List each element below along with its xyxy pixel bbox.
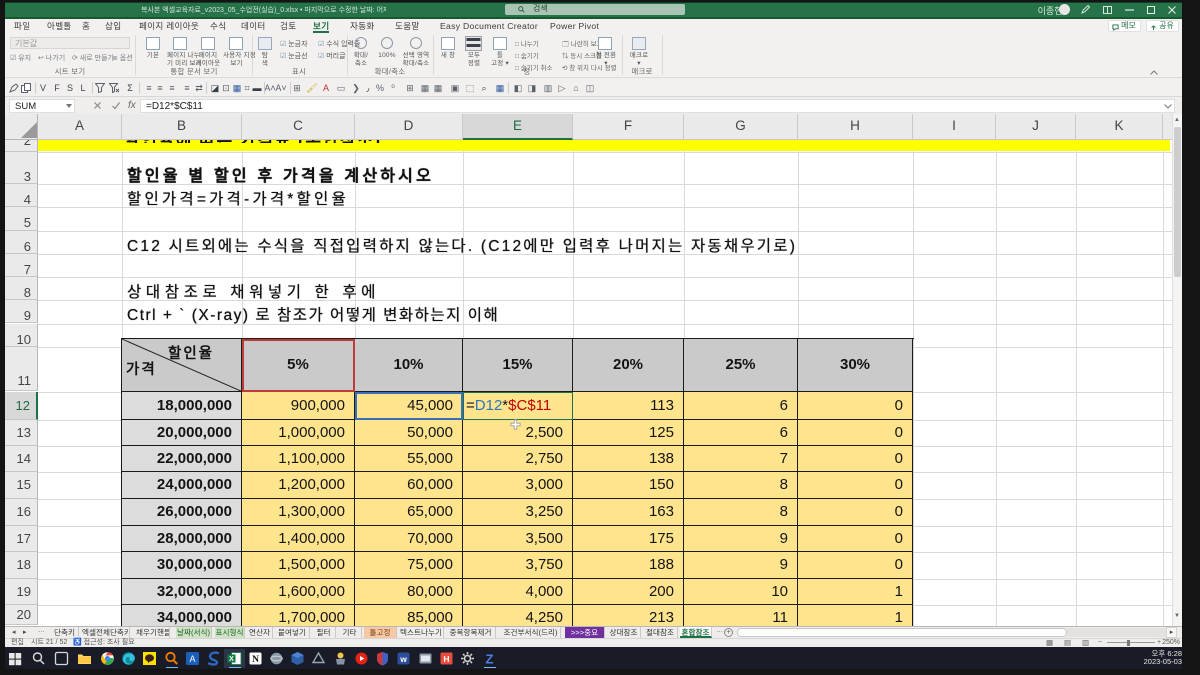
svg-text:A: A	[189, 654, 195, 664]
svg-text:N: N	[252, 655, 259, 665]
svg-text:X: X	[229, 656, 234, 663]
svg-text:w: w	[399, 654, 407, 664]
svg-text:Z: Z	[486, 652, 494, 667]
svg-text:H: H	[443, 654, 449, 664]
